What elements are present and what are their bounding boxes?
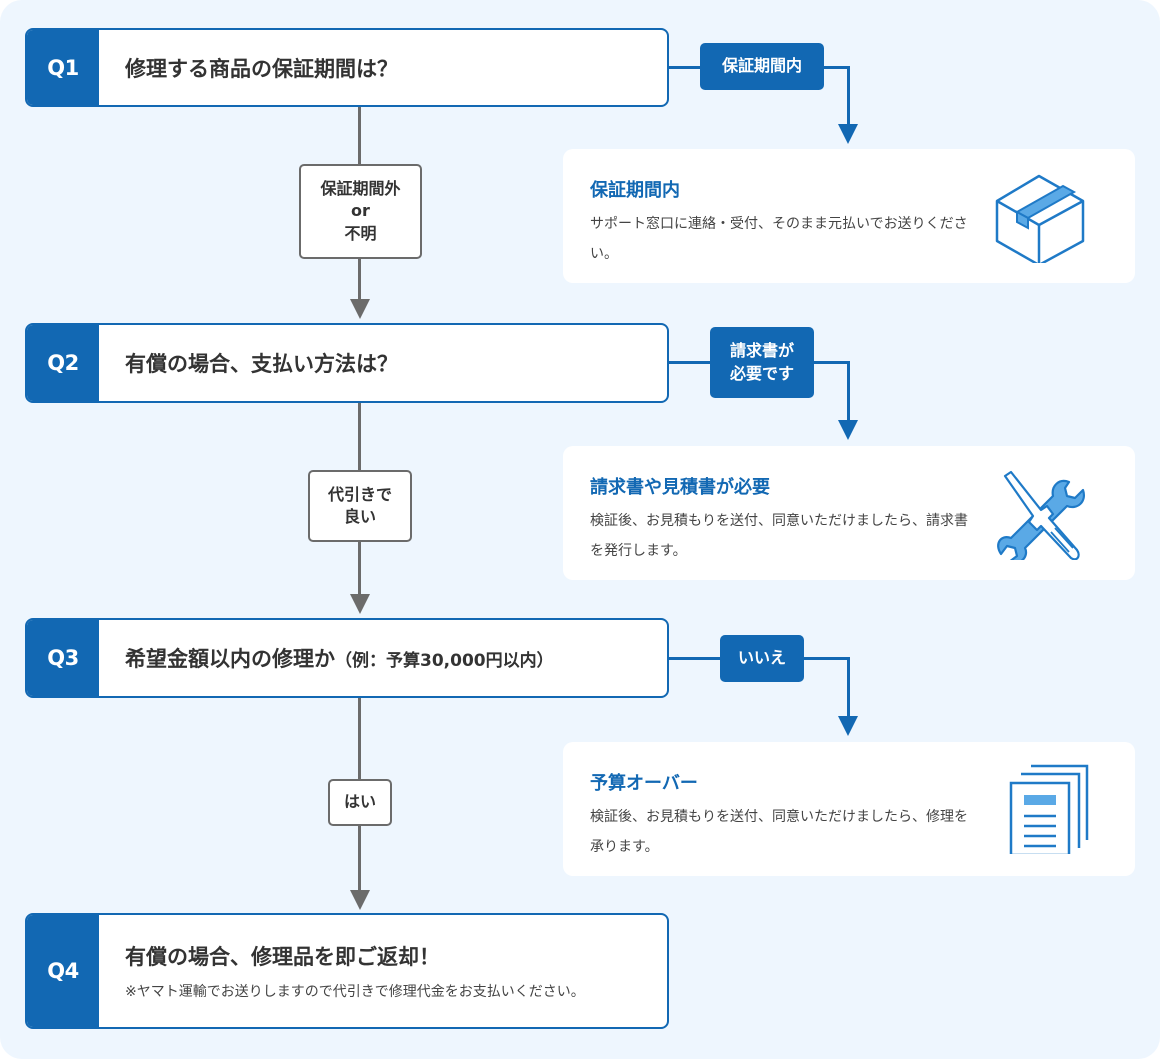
- answer-text: 不明: [344, 223, 377, 243]
- wrench-screwdriver-icon: [997, 470, 1085, 560]
- answer-text: 必要です: [729, 363, 794, 383]
- result-card-invoice-required: 請求書や見積書が必要 検証後、お見積もりを送付、同意いただけましたら、請求書を発…: [563, 446, 1135, 580]
- connector-line: [814, 361, 850, 364]
- connector-line: [358, 542, 361, 596]
- answer-text: or: [351, 201, 370, 221]
- question-number: Q4: [27, 915, 99, 1027]
- answer-label-invoice-required: 請求書が 必要です: [710, 327, 814, 398]
- answer-text: 請求書が: [729, 341, 794, 361]
- arrow-down-icon: [350, 594, 370, 614]
- question-box-q1: Q1 修理する商品の保証期間は？: [25, 28, 669, 107]
- connector-line: [847, 657, 850, 718]
- arrow-down-icon: [838, 124, 858, 144]
- arrow-down-icon: [350, 890, 370, 910]
- connector-line: [358, 107, 361, 165]
- documents-icon: [1009, 764, 1089, 854]
- answer-label-cash-on-delivery: 代引きで 良い: [308, 470, 412, 542]
- answer-text: はい: [343, 792, 376, 812]
- question-example: （例：予算30,000円以内）: [335, 651, 554, 671]
- connector-line: [358, 259, 361, 301]
- question-text: 有償の場合、修理品を即ご返却！: [125, 945, 440, 969]
- arrow-down-icon: [350, 299, 370, 319]
- connector-line: [358, 826, 361, 892]
- arrow-down-icon: [838, 716, 858, 736]
- question-text: 修理する商品の保証期間は？: [125, 56, 398, 81]
- question-number: Q2: [27, 325, 99, 401]
- answer-label-yes: はい: [328, 779, 392, 826]
- answer-text: 代引きで: [327, 484, 392, 504]
- result-description: 検証後、お見積もりを送付、同意いただけましたら、修理を承ります。: [590, 809, 968, 855]
- answer-text: 良い: [343, 507, 376, 526]
- connector-line: [669, 361, 711, 364]
- question-text: 希望金額以内の修理か: [125, 647, 335, 671]
- connector-line: [847, 361, 850, 422]
- result-title: 保証期間内: [590, 180, 680, 201]
- connector-line: [804, 657, 850, 660]
- question-box-q3: Q3 希望金額以内の修理か（例：予算30,000円以内）: [25, 618, 669, 698]
- answer-label-out-of-warranty: 保証期間外 or 不明: [299, 164, 422, 259]
- question-box-q2: Q2 有償の場合、支払い方法は？: [25, 323, 669, 403]
- package-box-icon: [995, 174, 1085, 263]
- answer-text: 保証期間外: [320, 178, 401, 198]
- result-card-over-budget: 予算オーバー 検証後、お見積もりを送付、同意いただけましたら、修理を承ります。: [563, 742, 1135, 876]
- answer-label-in-warranty: 保証期間内: [700, 43, 824, 90]
- connector-line: [358, 403, 361, 471]
- result-description: 検証後、お見積もりを送付、同意いただけましたら、請求書を発行します。: [590, 513, 968, 559]
- flowchart-panel: Q1 修理する商品の保証期間は？ 保証期間外 or 不明 保証期間内 保証期間内…: [0, 0, 1160, 1059]
- result-description: サポート窓口に連絡・受付、そのまま元払いでお送りください。: [590, 216, 968, 262]
- question-note: ※ヤマト運輸でお送りしますので代引きで修理代金をお支払いください。: [125, 984, 585, 1000]
- answer-label-no: いいえ: [720, 635, 804, 682]
- connector-line: [669, 657, 721, 660]
- connector-line: [358, 698, 361, 780]
- answer-text: いいえ: [737, 648, 786, 668]
- answer-text: 保証期間内: [721, 56, 802, 76]
- connector-line: [669, 66, 701, 69]
- arrow-down-icon: [838, 420, 858, 440]
- question-number: Q3: [27, 620, 99, 696]
- result-card-in-warranty: 保証期間内 サポート窓口に連絡・受付、そのまま元払いでお送りください。: [563, 149, 1135, 283]
- connector-line: [847, 66, 850, 126]
- question-box-q4: Q4 有償の場合、修理品を即ご返却！ ※ヤマト運輸でお送りしますので代引きで修理…: [25, 913, 669, 1029]
- result-title: 請求書や見積書が必要: [590, 477, 770, 498]
- result-title: 予算オーバー: [590, 773, 698, 794]
- question-text: 有償の場合、支払い方法は？: [125, 352, 398, 376]
- question-number: Q1: [27, 30, 99, 105]
